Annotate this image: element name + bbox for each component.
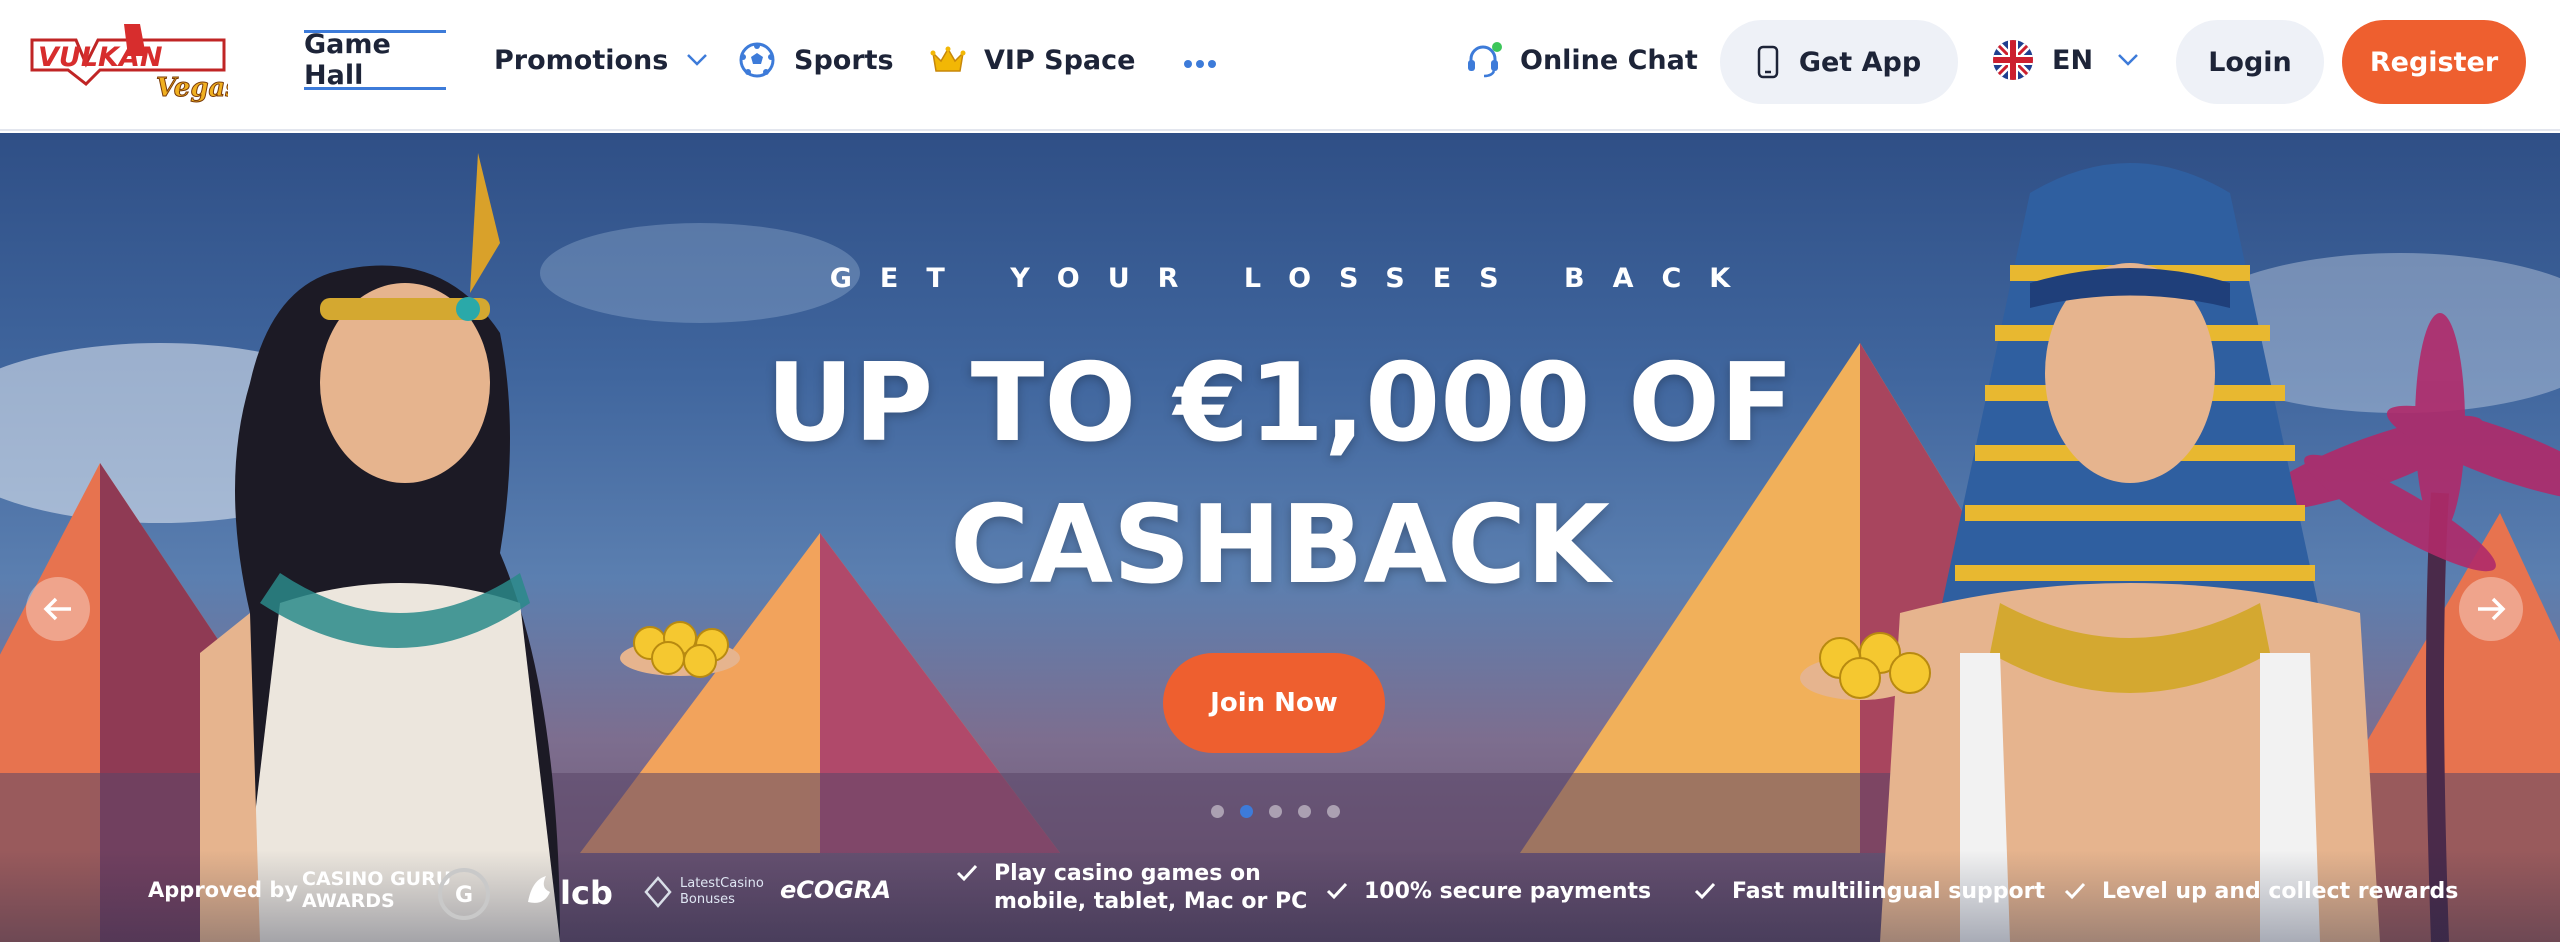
top-navigation-bar: VULKAN Vegas Game Hall Promotions Sports <box>0 0 2560 131</box>
carousel-prev-button[interactable] <box>26 577 90 641</box>
latestcasino-line2: Bonuses <box>680 892 735 907</box>
feature-play-anywhere-line1: Play casino games on <box>994 861 1261 886</box>
arrow-left-icon <box>43 596 73 622</box>
active-tab-indicator <box>304 87 446 90</box>
casino-guru-line1: CASINO GURU <box>302 868 452 890</box>
checkmark-icon <box>956 862 978 890</box>
hero-headline-line1: UP TO €1,000 OF <box>766 341 1794 466</box>
latestcasino-line1: LatestCasino <box>680 876 764 891</box>
online-chat-label: Online Chat <box>1520 44 1698 76</box>
lcb-badge: lcb <box>560 874 613 912</box>
carousel-next-button[interactable] <box>2459 577 2523 641</box>
nav-promotions[interactable]: Promotions <box>494 30 708 90</box>
login-label: Login <box>2208 46 2292 78</box>
login-button[interactable]: Login <box>2176 20 2324 104</box>
carousel-pagination <box>1211 805 1340 818</box>
latestcasino-bonuses-icon <box>640 874 674 910</box>
get-app-button[interactable]: Get App <box>1720 20 1958 104</box>
carousel-dot-2[interactable] <box>1240 805 1253 818</box>
crown-icon <box>930 45 966 75</box>
hero-headline: UP TO €1,000 OF CASHBACK <box>0 333 2560 617</box>
feature-secure-payments: 100% secure payments <box>1326 878 1651 908</box>
get-app-label: Get App <box>1798 46 1922 78</box>
nav-game-hall-label: Game Hall <box>304 29 391 91</box>
nav-more-button[interactable] <box>1180 30 1220 90</box>
feature-level-up-rewards: Level up and collect rewards <box>2064 878 2458 908</box>
arrow-right-icon <box>2476 596 2506 622</box>
language-selector[interactable]: EN <box>1992 30 2139 90</box>
headset-chat-icon <box>1464 41 1502 79</box>
nav-sports[interactable]: Sports <box>738 30 894 90</box>
hero-eyebrow: GET YOUR LOSSES BACK <box>829 263 1759 294</box>
feature-play-anywhere: Play casino games on mobile, tablet, Mac… <box>956 860 1307 916</box>
casino-guru-awards-badge: CASINO GURU AWARDS <box>302 868 451 912</box>
more-dots-icon <box>1183 45 1217 76</box>
soccer-ball-icon <box>738 41 776 79</box>
hero-banner: GET YOUR LOSSES BACK UP TO €1,000 OF CAS… <box>0 133 2560 942</box>
casino-guru-laurel-icon: G <box>436 866 492 922</box>
ecogra-badge: eCOGRA <box>780 876 892 904</box>
nav-promotions-label: Promotions <box>494 44 669 76</box>
feature-multilingual-support-label: Fast multilingual support <box>1732 879 2045 904</box>
carousel-dot-1[interactable] <box>1211 805 1224 818</box>
join-now-button[interactable]: Join Now <box>1163 653 1385 753</box>
feature-secure-payments-label: 100% secure payments <box>1364 879 1652 904</box>
nav-game-hall[interactable]: Game Hall <box>304 29 446 91</box>
checkmark-icon <box>2064 880 2086 908</box>
svg-text:Vegas: Vegas <box>156 73 228 103</box>
approved-by-label: Approved by <box>148 878 299 902</box>
smartphone-icon <box>1757 45 1779 79</box>
carousel-dot-5[interactable] <box>1327 805 1340 818</box>
lcb-logo-icon <box>524 872 556 908</box>
feature-play-anywhere-line2: mobile, tablet, Mac or PC <box>994 889 1308 914</box>
chevron-down-icon <box>686 53 708 67</box>
carousel-dot-3[interactable] <box>1269 805 1282 818</box>
language-label: EN <box>2052 44 2094 76</box>
casino-guru-line2: AWARDS <box>302 890 395 912</box>
register-button[interactable]: Register <box>2342 20 2526 104</box>
hero-headline-line2: CASHBACK <box>950 483 1610 608</box>
checkmark-icon <box>1326 880 1348 908</box>
chevron-down-icon <box>2117 53 2139 67</box>
feature-multilingual-support: Fast multilingual support <box>1694 878 2045 908</box>
nav-vip-space[interactable]: VIP Space <box>930 30 1135 90</box>
checkmark-icon <box>1694 880 1716 908</box>
svg-text:G: G <box>455 883 473 908</box>
carousel-dot-4[interactable] <box>1298 805 1311 818</box>
online-chat-button[interactable]: Online Chat <box>1464 30 1698 90</box>
feature-level-up-rewards-label: Level up and collect rewards <box>2102 879 2459 904</box>
uk-flag-icon <box>1992 39 2034 81</box>
nav-sports-label: Sports <box>794 44 894 76</box>
register-label: Register <box>2369 46 2499 78</box>
latestcasino-bonuses-badge: LatestCasino Bonuses <box>680 876 764 908</box>
vulkan-vegas-logo[interactable]: VULKAN Vegas <box>28 18 228 108</box>
active-tab-indicator-top <box>304 30 446 33</box>
nav-vip-space-label: VIP Space <box>984 44 1136 76</box>
